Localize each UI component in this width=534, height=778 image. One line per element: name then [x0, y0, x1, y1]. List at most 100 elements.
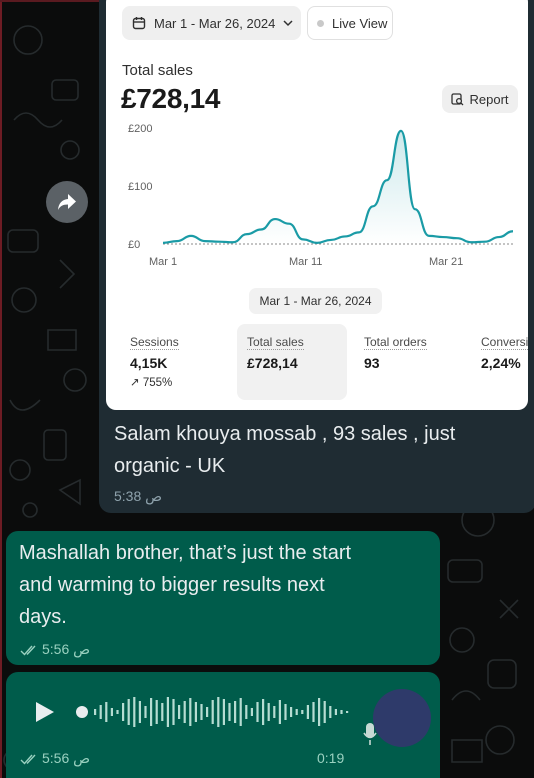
waveform-bar	[290, 707, 293, 717]
y-tick-label: £100	[128, 181, 152, 193]
waveform-bar	[312, 702, 315, 722]
x-tick-label: Mar 1	[149, 256, 177, 268]
waveform-bar	[144, 706, 147, 718]
total-sales-card-label: Total sales	[247, 335, 304, 350]
report-button: Report	[442, 85, 518, 113]
y-tick-label: £0	[128, 239, 140, 251]
waveform-bar	[217, 697, 220, 727]
waveform-bar	[346, 711, 349, 713]
waveform-bar	[155, 700, 158, 724]
total-sales-card-value: £728,14	[247, 355, 298, 371]
sessions-value: 4,15K	[130, 355, 168, 371]
voice-duration: 0:19	[317, 750, 345, 766]
waveform-bar	[295, 709, 298, 715]
waveform-bar	[329, 706, 332, 718]
date-range-button: Mar 1 - Mar 26, 2024	[122, 6, 301, 40]
waveform-bar	[178, 705, 181, 719]
waveform-bar	[189, 698, 192, 726]
waveform-bar	[245, 705, 248, 719]
sessions-label: Sessions	[130, 335, 179, 350]
waveform-bar	[318, 698, 321, 726]
waveform-bar	[133, 697, 136, 727]
outgoing-message-line-1: Mashallah brother, that’s just the start	[19, 542, 352, 564]
report-label: Report	[469, 91, 509, 107]
waveform-bar	[122, 703, 125, 721]
date-range-label: Mar 1 - Mar 26, 2024	[154, 15, 276, 31]
total-orders-card: Total orders 93	[354, 324, 464, 400]
waveform-bar	[222, 699, 225, 725]
waveform-bar	[228, 703, 231, 721]
waveform-bar	[262, 699, 265, 725]
forward-icon	[58, 194, 76, 210]
waveform-bar	[273, 706, 276, 718]
incoming-message-line-1: Salam khouya mossab , 93 sales , just	[114, 423, 456, 445]
live-view-label: Live View	[332, 15, 388, 31]
voice-message-time: 5:56 ص	[42, 750, 91, 766]
waveform-bar	[211, 700, 214, 724]
conversion-card: Conversi 2,24%	[471, 324, 528, 400]
double-check-icon	[20, 754, 36, 765]
waveform-bar	[200, 704, 203, 720]
waveform-bar	[172, 699, 175, 725]
waveform-bar	[239, 698, 242, 726]
sessions-delta: ↗ 755%	[130, 377, 173, 389]
outgoing-message-line-2: and warming to bigger results next	[19, 574, 325, 596]
waveform-bar	[323, 701, 326, 723]
forward-button[interactable]	[46, 181, 88, 223]
waveform-bar	[110, 708, 113, 716]
report-icon	[451, 92, 464, 105]
sales-area	[163, 130, 513, 244]
comparison-range-chip: Mar 1 - Mar 26, 2024	[249, 288, 382, 314]
total-sales-value: £728,14	[121, 83, 221, 114]
waveform-bar	[150, 698, 153, 726]
x-tick-label: Mar 11	[289, 256, 322, 268]
sales-line	[162, 129, 514, 244]
waveform-bar	[105, 702, 108, 722]
waveform-bar	[267, 703, 270, 721]
outgoing-message-time: 5:56 ص	[42, 641, 91, 657]
total-orders-value: 93	[364, 355, 380, 371]
total-orders-label: Total orders	[364, 335, 427, 350]
double-check-icon	[20, 645, 36, 656]
waveform-bar	[334, 709, 337, 715]
microphone-icon	[363, 723, 377, 745]
waveform-bar	[234, 701, 237, 723]
waveform-bar	[161, 703, 164, 721]
waveform-bar	[206, 707, 209, 717]
total-sales-label: Total sales	[122, 62, 193, 79]
sessions-card: Sessions 4,15K ↗ 755%	[120, 324, 230, 400]
shared-screenshot-image[interactable]: Mar 1 - Mar 26, 2024 Live View Total sal…	[106, 0, 528, 410]
live-dot-icon	[317, 19, 324, 27]
waveform-bar	[94, 709, 97, 715]
chevron-down-icon	[283, 20, 293, 27]
incoming-message-time: 5:38 ص	[114, 488, 163, 504]
y-tick-label: £200	[128, 123, 152, 135]
waveform-bar	[340, 710, 343, 714]
avatar	[373, 689, 431, 747]
playback-position-handle[interactable]	[76, 706, 88, 718]
waveform-bar	[256, 702, 259, 722]
sales-line-chart: £200 £100 £0 Mar 1 Mar 11 Mar 21	[128, 123, 514, 268]
x-tick-label: Mar 21	[429, 256, 463, 268]
waveform-bar	[183, 701, 186, 723]
voice-waveform[interactable]	[74, 692, 354, 732]
conversion-value: 2,24%	[481, 355, 521, 371]
waveform-bar	[306, 705, 309, 719]
outgoing-message-line-3: days.	[19, 606, 67, 628]
incoming-message-line-2: organic - UK	[114, 455, 226, 477]
waveform-bar	[116, 710, 119, 714]
calendar-icon	[132, 17, 146, 30]
waveform-bar	[166, 697, 169, 727]
waveform-bar	[194, 702, 197, 722]
waveform-bar	[284, 704, 287, 720]
total-sales-card: Total sales £728,14	[237, 324, 347, 400]
waveform-bar	[250, 708, 253, 716]
conversion-label: Conversi	[481, 335, 528, 350]
live-view-button: Live View	[307, 6, 393, 40]
waveform-bar	[127, 699, 130, 725]
waveform-bar	[301, 710, 304, 714]
waveform-bar	[278, 700, 281, 724]
play-icon[interactable]	[34, 700, 56, 724]
waveform-bar	[138, 701, 141, 723]
window-edge	[0, 0, 2, 778]
